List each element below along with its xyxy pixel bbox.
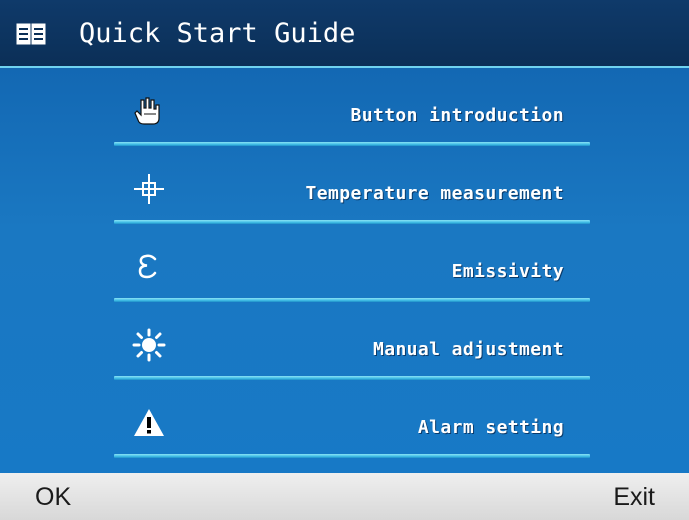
menu-item-underline	[114, 376, 590, 380]
menu-item-label: Button introduction	[350, 105, 564, 126]
crosshair-icon	[134, 174, 164, 204]
page-title: Quick Start Guide	[79, 18, 356, 49]
quick-start-guide-screen: Quick Start Guide Button introduction Te…	[0, 0, 689, 520]
menu-item-underline	[114, 298, 590, 302]
menu-item-underline	[114, 220, 590, 224]
exit-softkey[interactable]: Exit	[613, 483, 655, 511]
menu-item-button-introduction[interactable]: Button introduction	[114, 88, 590, 152]
menu-item-label: Temperature measurement	[305, 183, 564, 204]
menu-item-underline	[114, 454, 590, 458]
menu-item-manual-adjustment[interactable]: Manual adjustment	[114, 322, 590, 386]
warning-icon	[134, 409, 164, 436]
menu-item-emissivity[interactable]: Emissivity	[114, 244, 590, 308]
ok-softkey[interactable]: OK	[35, 483, 71, 511]
softkey-bar: OK Exit	[0, 473, 689, 520]
title-bar: Quick Start Guide	[0, 0, 689, 68]
book-icon	[16, 23, 46, 45]
menu-item-label: Manual adjustment	[372, 339, 564, 360]
menu-item-underline	[114, 142, 590, 146]
hand-press-icon	[134, 97, 160, 125]
menu-list: Button introduction Temperature measurem…	[0, 68, 689, 473]
brightness-icon	[132, 328, 166, 362]
menu-item-label: Alarm setting	[417, 417, 564, 438]
epsilon-icon	[138, 254, 157, 279]
menu-item-alarm-setting[interactable]: Alarm setting	[114, 400, 590, 464]
menu-item-temperature-measurement[interactable]: Temperature measurement	[114, 166, 590, 230]
menu-item-label: Emissivity	[451, 261, 564, 282]
